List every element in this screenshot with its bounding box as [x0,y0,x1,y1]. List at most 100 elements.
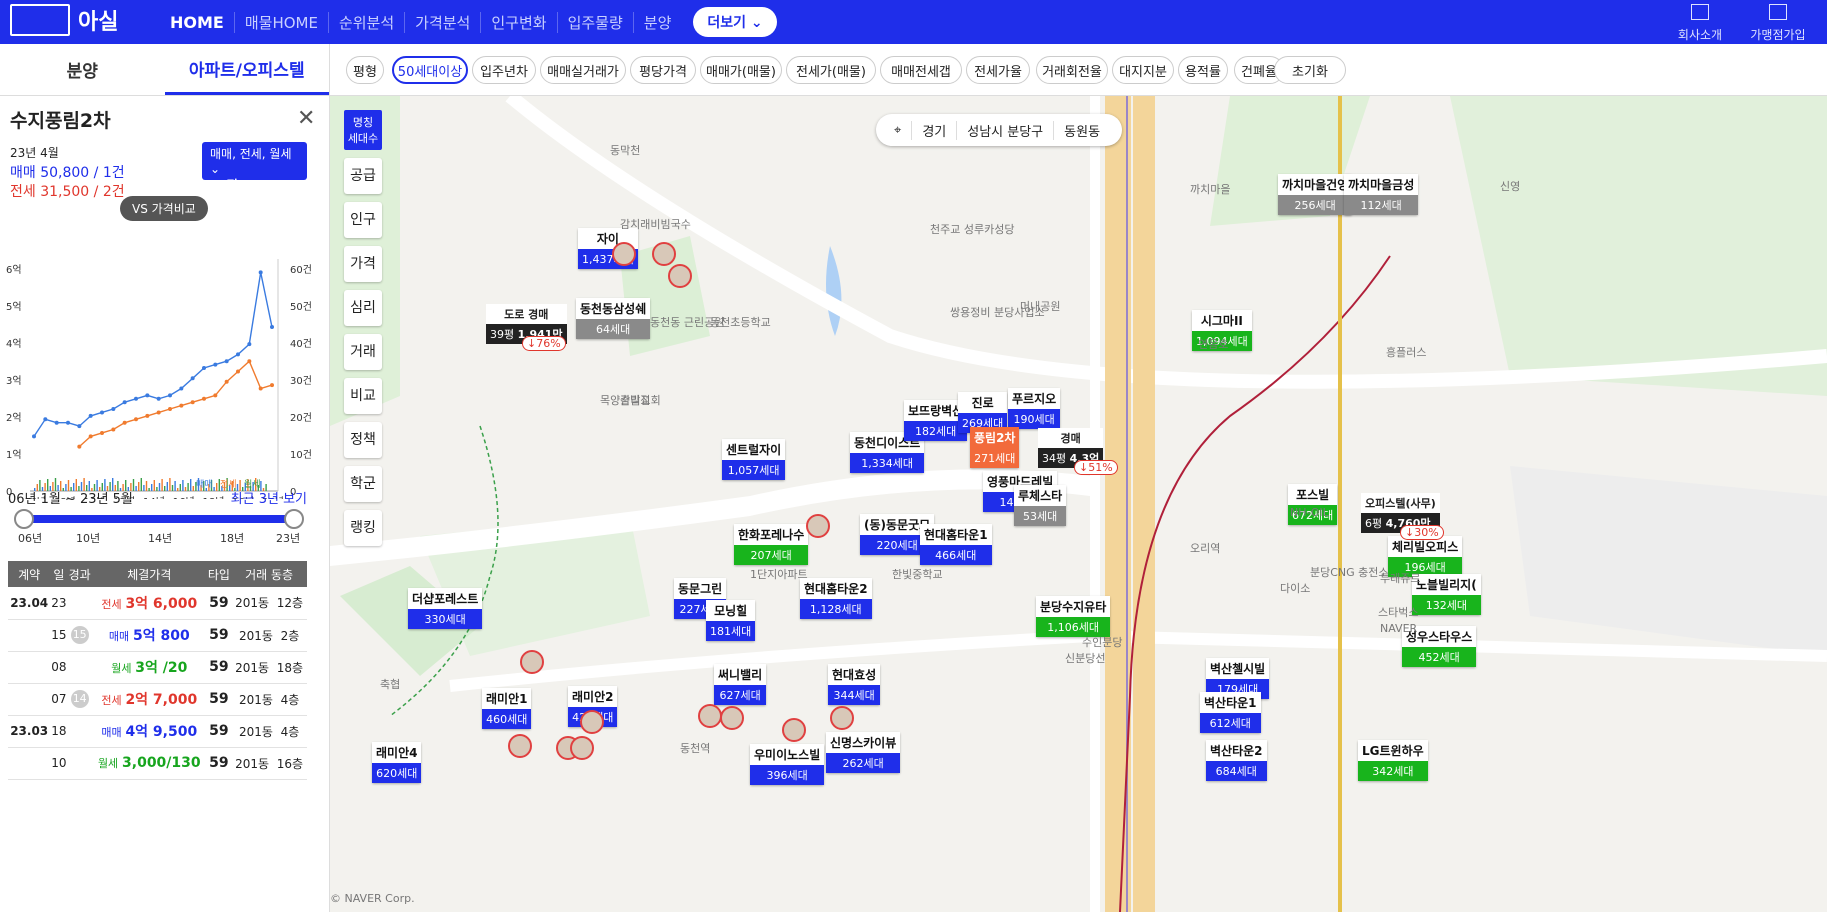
filter-chip[interactable]: 전세가율 [966,56,1030,84]
complex-marker[interactable]: 한화포레나수 207세대 [734,524,809,565]
complex-marker[interactable]: 현대효성 344세대 [828,664,881,705]
filter-chip[interactable]: 매매가(매물) [700,56,782,84]
deal-price: 3억 6,000 [125,595,198,612]
elapsed-badge: 15 [70,626,89,644]
table-row[interactable]: 08 월세 3억 /20 59 201동 18층 [8,651,307,684]
logo[interactable]: 아실 [10,4,118,36]
marker-name: 노블빌리지( [1412,574,1481,595]
complex-marker[interactable]: 현대홈타운2 1,128세대 [800,578,872,619]
col-contract: 계약 [8,561,51,587]
agent-avatar[interactable] [830,706,854,730]
complex-marker[interactable]: 우미이노스빌 396세대 [750,744,825,785]
complex-marker[interactable]: 벽산타운1 612세대 [1200,692,1261,733]
nav-supply[interactable]: 입주물량 [556,11,633,33]
complex-marker[interactable]: 현대홈타운1 466세대 [920,524,992,565]
agent-avatar[interactable] [698,704,722,728]
rail-item[interactable]: 공급 [344,158,382,194]
nav-listing-home[interactable]: 매물HOME [233,11,328,33]
agent-avatar[interactable] [520,650,544,674]
deal-type-select[interactable]: 매매, 전세, 월세 ⌄ 26평 전용 59㎡ [202,142,307,192]
period-slider-track[interactable] [22,515,294,523]
complex-marker[interactable]: 분당수지유타 1,106세대 [1036,596,1111,637]
complex-marker[interactable]: 신명스카이뷰 262세대 [826,732,901,773]
nav-home[interactable]: HOME [160,13,234,32]
complex-marker[interactable]: 까치마을건영 256세대 [1278,174,1353,215]
rail-item[interactable]: 비교 [344,378,382,414]
table-row[interactable]: 07 14 전세 2억 7,000 59 201동 4층 [8,683,307,716]
rail-item[interactable]: 학군 [344,466,382,502]
complex-marker[interactable]: 풍림2차 271세대 [970,427,1020,468]
nav-presale[interactable]: 분양 [632,11,682,33]
filter-chip[interactable]: 평형 [346,56,384,84]
agent-avatar[interactable] [508,734,532,758]
close-icon[interactable]: ✕ [297,106,315,131]
complex-marker[interactable]: 벽산타운2 684세대 [1206,740,1267,781]
agent-avatar[interactable] [580,710,604,734]
complex-marker[interactable]: 더샵포레스트 330세대 [408,588,483,629]
complex-marker[interactable]: 노블빌리지(132세대 [1412,574,1481,615]
rail-item[interactable]: 인구 [344,202,382,238]
rail-item[interactable]: 심리 [344,290,382,326]
agent-avatar[interactable] [806,514,830,538]
slider-start-handle[interactable] [14,509,34,529]
complex-marker[interactable]: 래미안1 460세대 [482,688,532,729]
complex-marker[interactable]: 루체스타 53세대 [1014,485,1067,526]
side-panel: 분양 아파트/오피스텔 수지풍림2차 ✕ 23년 4월 매매 50,800 / … [0,44,330,912]
table-row[interactable]: 15 15 매매 5억 800 59 201동 2층 [8,619,307,652]
tab-apartment[interactable]: 아파트/오피스텔 [164,44,329,95]
marker-count: 132세대 [1412,595,1481,615]
table-row[interactable]: 23.04 23 전세 3억 6,000 59 201동 12층 [8,587,307,620]
marker-name: 센트럴자이 [722,439,786,460]
complex-marker[interactable]: 래미안4 620세대 [372,742,422,783]
table-row[interactable]: 10 월세 3,000/130 59 201동 16층 [8,747,307,780]
filter-chip[interactable]: 매매전세갭 [880,56,962,84]
filter-chip[interactable]: 50세대이상 [392,56,468,84]
crosshair-icon[interactable]: ⌖ [888,123,911,138]
franchise-link[interactable]: 가맹점가입 [1739,0,1817,44]
nav-price-analysis[interactable]: 가격분석 [404,11,480,33]
cell-day: 18 [50,715,68,748]
filter-chip[interactable]: 대지지분 [1112,56,1174,84]
filter-chip[interactable]: 평당가격 [630,56,696,84]
agent-avatar[interactable] [652,242,676,266]
complex-marker[interactable]: 푸르지오 190세대 [1008,388,1061,429]
filter-chip[interactable]: 전세가(매물) [786,56,876,84]
agent-avatar[interactable] [782,718,806,742]
agent-avatar[interactable] [612,242,636,266]
filter-chip[interactable]: 용적률 [1178,56,1228,84]
loc-dong[interactable]: 동원동 [1053,120,1110,140]
map-view[interactable]: 명칭 세대수 공급인구가격심리거래비교정책학군랭킹 ⌖ 경기 성남시 분당구 동원… [330,96,1827,912]
marker-count: 1,128세대 [800,599,872,619]
marker-count: 452세대 [1402,647,1477,667]
vs-compare-button[interactable]: VS 가격비교 [120,196,208,221]
agent-avatar[interactable] [668,264,692,288]
rail-item[interactable]: 랭킹 [344,510,382,546]
loc-province[interactable]: 경기 [911,120,956,140]
table-row[interactable]: 23.03 18 매매 4억 9,500 59 201동 4층 [8,715,307,748]
slider-end-handle[interactable] [284,509,304,529]
rail-item[interactable]: 정책 [344,422,382,458]
filter-chip[interactable]: 입주년차 [472,56,536,84]
map-place-label: 동천동 근린공원 [650,316,725,329]
complex-marker[interactable]: 동천동삼성쉐 64세대 [576,298,651,339]
company-link[interactable]: 회사소개 [1661,0,1739,44]
rail-item[interactable]: 거래 [344,334,382,370]
rail-item[interactable]: 가격 [344,246,382,282]
tab-presale[interactable]: 분양 [0,44,165,95]
complex-marker[interactable]: LG트윈하우 342세대 [1358,740,1428,781]
recent-3y-link[interactable]: 최근 3년 보기 [231,488,307,507]
filter-chip[interactable]: 매매실거래가 [540,56,626,84]
agent-avatar[interactable] [570,736,594,760]
nav-ranking[interactable]: 순위분석 [327,11,404,33]
reset-filter-button[interactable]: 초기화 [1274,56,1346,84]
complex-marker[interactable]: 써니밸리 627세대 [714,664,767,705]
rail-name-count-toggle[interactable]: 명칭 세대수 [344,110,382,150]
nav-population[interactable]: 인구변화 [480,11,556,33]
complex-marker[interactable]: 까치마을금성 112세대 [1344,174,1419,215]
filter-chip[interactable]: 거래회전율 [1036,56,1108,84]
complex-marker[interactable]: 모닝힐 181세대 [706,600,756,641]
complex-marker[interactable]: 센트럴자이 1,057세대 [722,439,786,480]
agent-avatar[interactable] [720,706,744,730]
more-button[interactable]: 더보기 ⌄ [693,7,777,37]
loc-city[interactable]: 성남시 분당구 [956,120,1053,140]
